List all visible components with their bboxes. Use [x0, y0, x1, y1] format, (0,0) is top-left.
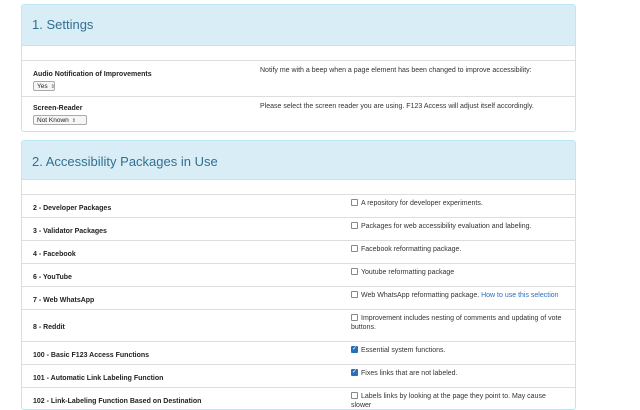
package-desc-text: Youtube reformatting package [361, 269, 455, 276]
settings-spacer [22, 46, 575, 61]
package-desc-text: Facebook reformatting package. [361, 246, 462, 253]
screen-reader-select[interactable]: Not Known ⇕ [33, 115, 87, 125]
packages-panel: 2. Accessibility Packages in Use 2 - Dev… [21, 140, 576, 410]
package-label: 8 - Reddit [33, 324, 65, 331]
package-desc: Facebook reformatting package. [351, 244, 567, 254]
setting-label-audio-notification: Audio Notification of Improvements [33, 71, 152, 78]
package-label: 7 - Web WhatsApp [33, 297, 95, 304]
audio-notification-select-value: Yes [37, 83, 48, 90]
package-desc-text: Labels links by looking at the page they… [351, 393, 546, 409]
package-checkbox[interactable] [351, 290, 358, 298]
package-desc-text: Packages for web accessibility evaluatio… [361, 223, 532, 230]
package-label: 102 - Link-Labeling Function Based on De… [33, 398, 202, 405]
screen-reader-select-value: Not Known [37, 117, 69, 124]
package-row-whatsapp: 7 - Web WhatsApp Web WhatsApp reformatti… [22, 287, 575, 310]
how-to-use-link[interactable]: How to use this selection [481, 292, 558, 299]
package-label: 100 - Basic F123 Access Functions [33, 352, 150, 359]
package-desc: Improvement includes nesting of comments… [351, 313, 567, 332]
audio-notification-select[interactable]: Yes ⇕ [33, 81, 55, 91]
package-desc: Labels links by looking at the page they… [351, 391, 567, 409]
package-desc-text: Improvement includes nesting of comments… [351, 315, 562, 331]
package-desc: ✓ Essential system functions. [351, 345, 567, 355]
setting-desc-screen-reader: Please select the screen reader you are … [260, 103, 534, 110]
package-checkbox[interactable] [351, 267, 358, 275]
package-checkbox[interactable] [351, 313, 358, 321]
package-checkbox[interactable] [351, 244, 358, 252]
package-desc-text: Fixes links that are not labeled. [361, 370, 458, 377]
options-page: 1. Settings Audio Notification of Improv… [0, 0, 640, 410]
package-row-reddit: 8 - Reddit Improvement includes nesting … [22, 310, 575, 342]
select-arrows-icon: ⇕ [71, 118, 76, 124]
package-checkbox[interactable] [351, 221, 358, 229]
package-checkbox[interactable] [351, 391, 358, 399]
package-label: 101 - Automatic Link Labeling Function [33, 375, 164, 382]
package-desc-text: Web WhatsApp reformatting package. [361, 292, 480, 299]
package-row-destination-labeling: 102 - Link-Labeling Function Based on De… [22, 388, 575, 409]
package-desc: ✓ Fixes links that are not labeled. [351, 368, 567, 378]
package-label: 2 - Developer Packages [33, 205, 112, 212]
package-desc-text: Essential system functions. [361, 347, 446, 354]
package-desc: Youtube reformatting package [351, 267, 567, 277]
package-label: 6 - YouTube [33, 274, 72, 281]
package-row-link-labeling: 101 - Automatic Link Labeling Function ✓… [22, 365, 575, 388]
settings-heading: 1. Settings [22, 5, 575, 46]
setting-desc-audio-notification: Notify me with a beep when a page elemen… [260, 67, 532, 74]
package-checkbox-checked[interactable]: ✓ [351, 345, 358, 353]
settings-panel: 1. Settings Audio Notification of Improv… [21, 4, 576, 132]
packages-spacer [22, 180, 575, 195]
package-row-facebook: 4 - Facebook Facebook reformatting packa… [22, 241, 575, 264]
package-checkbox-checked[interactable]: ✓ [351, 368, 358, 376]
setting-row-audio-notification: Audio Notification of Improvements Yes ⇕ … [22, 61, 575, 97]
package-desc-text: A repository for developer experiments. [361, 200, 483, 207]
package-row-validator: 3 - Validator Packages Packages for web … [22, 218, 575, 241]
package-row-basic-functions: 100 - Basic F123 Access Functions ✓ Essen… [22, 342, 575, 365]
setting-row-screen-reader: Screen-Reader Not Known ⇕ Please select t… [22, 97, 575, 131]
packages-heading: 2. Accessibility Packages in Use [22, 141, 575, 180]
package-row-developer: 2 - Developer Packages A repository for … [22, 195, 575, 218]
package-desc: Packages for web accessibility evaluatio… [351, 221, 567, 231]
package-checkbox[interactable] [351, 198, 358, 206]
package-label: 4 - Facebook [33, 251, 76, 258]
package-desc: A repository for developer experiments. [351, 198, 567, 208]
select-arrows-icon: ⇕ [50, 84, 55, 90]
setting-label-screen-reader: Screen-Reader [33, 105, 83, 112]
package-row-youtube: 6 - YouTube Youtube reformatting package [22, 264, 575, 287]
package-label: 3 - Validator Packages [33, 228, 107, 235]
package-desc: Web WhatsApp reformatting package. How t… [351, 290, 567, 300]
